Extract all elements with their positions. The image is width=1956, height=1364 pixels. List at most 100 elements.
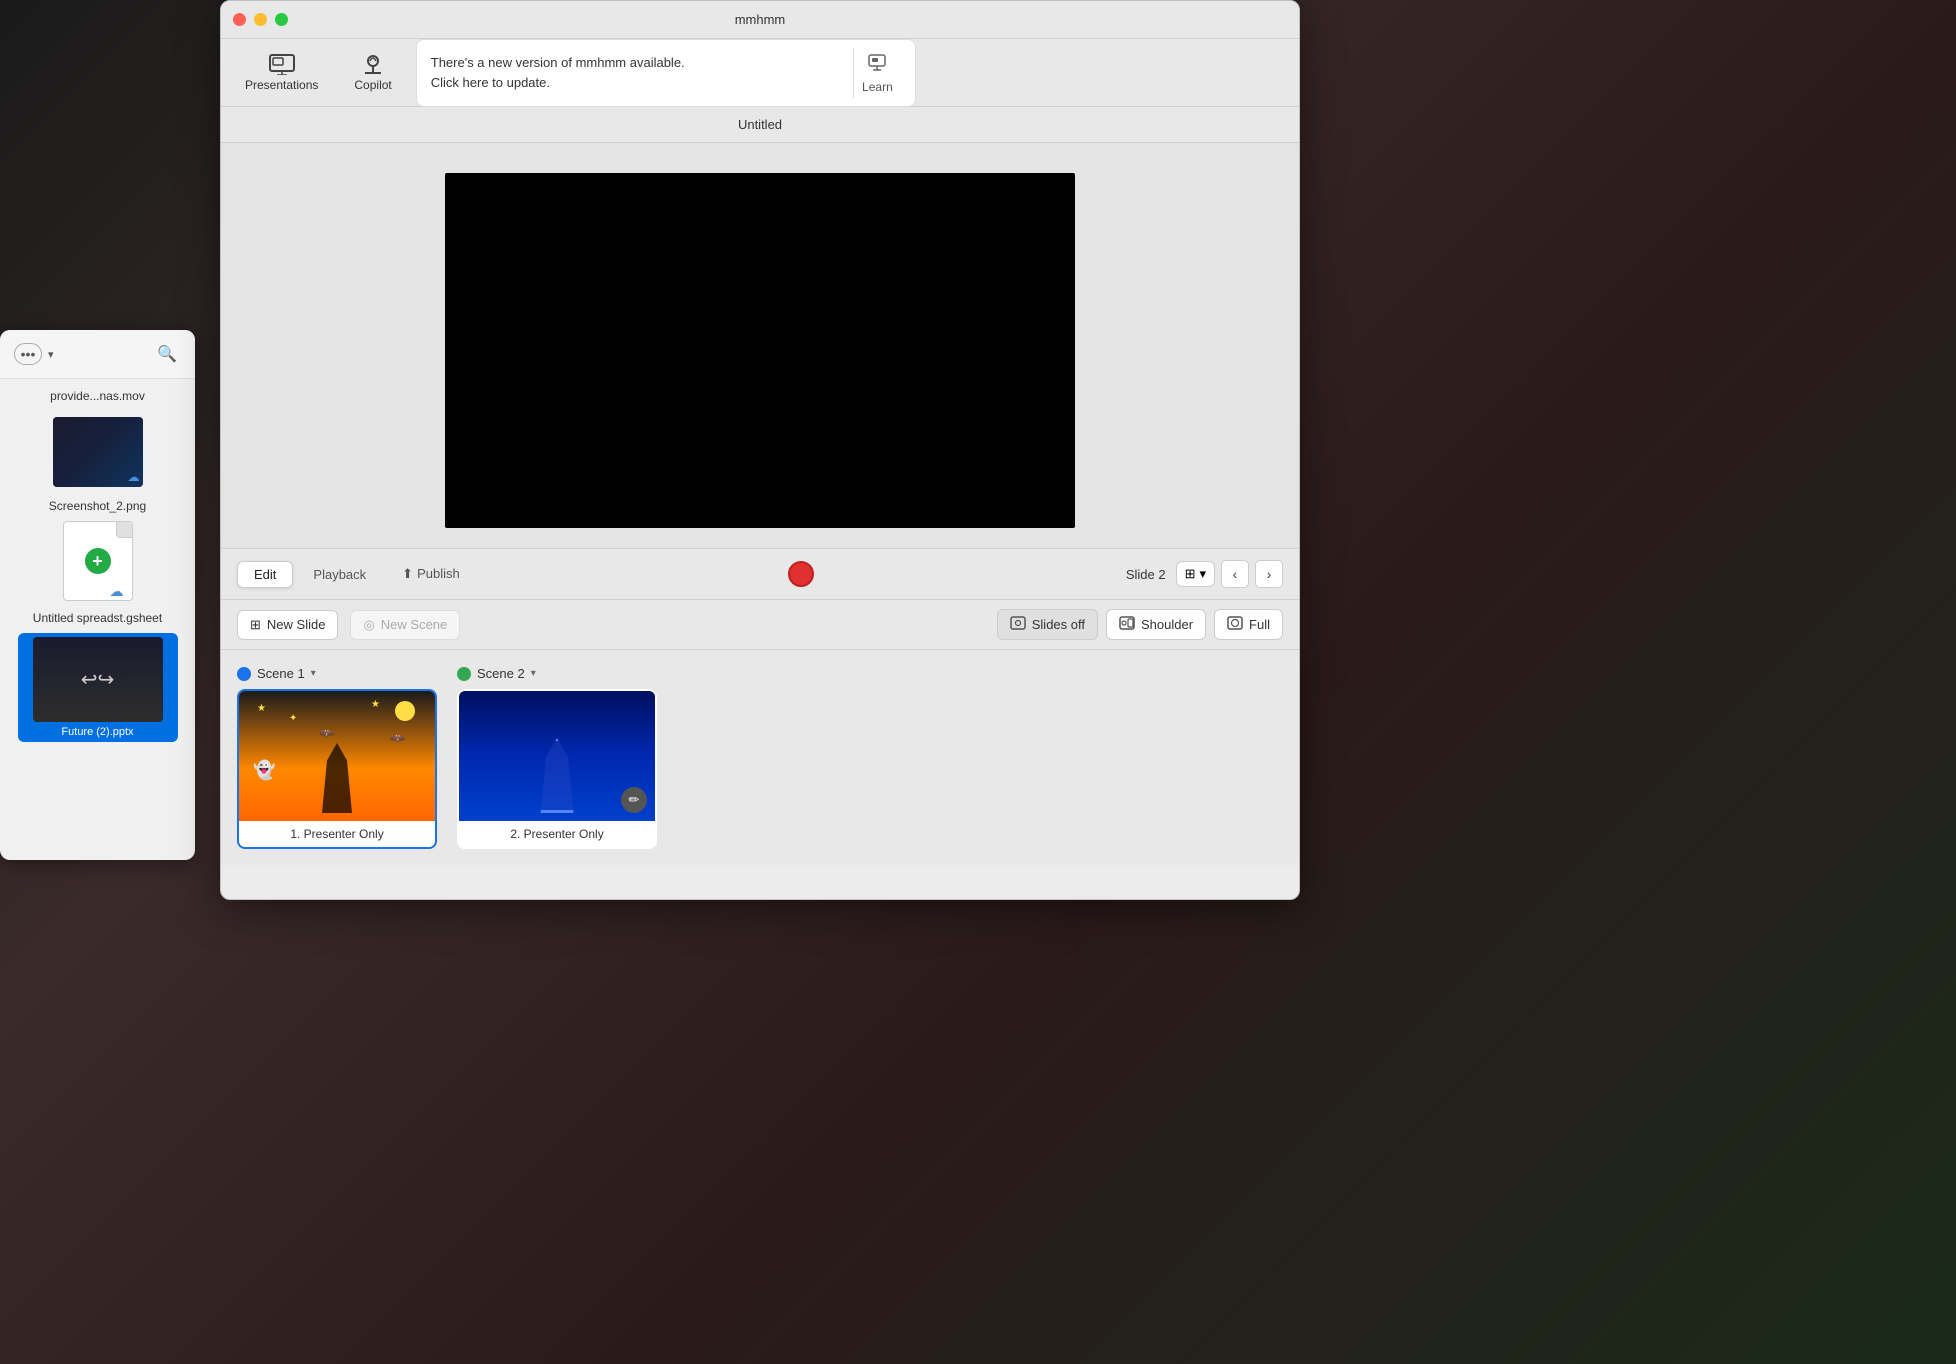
thumb2-background: ↩↪ bbox=[33, 637, 163, 722]
preview-canvas bbox=[445, 173, 1075, 528]
new-scene-icon: ◎ bbox=[363, 617, 374, 633]
slide1-presenter bbox=[312, 743, 362, 813]
full-svg bbox=[1227, 616, 1243, 630]
slide-prev-button[interactable]: ‹ bbox=[1221, 560, 1249, 588]
slide-view-button[interactable]: ⊞ ▾ bbox=[1176, 561, 1215, 587]
file-fold bbox=[116, 522, 132, 538]
prev-arrow-icon: ‹ bbox=[1233, 566, 1238, 582]
slide-2-card[interactable]: ✏ 2. Presenter Only bbox=[457, 689, 657, 849]
next-arrow-icon: › bbox=[1267, 566, 1272, 582]
finder-options-button[interactable]: ••• bbox=[14, 343, 42, 365]
scene-2-dot bbox=[457, 667, 471, 681]
mmhmm-window: mmhmm Presentations bbox=[220, 0, 1300, 900]
window-minimize-button[interactable] bbox=[254, 13, 267, 26]
content-title: Untitled bbox=[738, 117, 782, 132]
presentations-icon bbox=[268, 53, 296, 75]
presentations-svg-icon bbox=[268, 53, 296, 75]
edit-bar: Edit Playback ⬆Publish Slide 2 ⊞ ▾ ‹ › bbox=[221, 548, 1299, 600]
slide-view-chevron-icon: ▾ bbox=[1199, 566, 1206, 582]
edit-pencil-badge: ✏ bbox=[621, 787, 647, 813]
copilot-svg-icon bbox=[359, 53, 387, 75]
slides-off-icon bbox=[1010, 616, 1026, 633]
window-close-button[interactable] bbox=[233, 13, 246, 26]
slides-off-button[interactable]: Slides off bbox=[997, 609, 1098, 640]
content-titlebar: Untitled bbox=[221, 107, 1299, 143]
slide1-star-2: ✦ bbox=[289, 713, 297, 724]
slide1-star-1: ★ bbox=[257, 703, 266, 714]
dots-icon: ••• bbox=[21, 346, 36, 362]
full-button[interactable]: Full bbox=[1214, 609, 1283, 640]
update-banner[interactable]: There's a new version of mmhmm available… bbox=[416, 39, 916, 107]
copilot-label: Copilot bbox=[354, 78, 391, 92]
finder-search-button[interactable]: 🔍 bbox=[153, 340, 181, 368]
shoulder-icon bbox=[1119, 616, 1135, 633]
finder-panel: ••• ▾ 🔍 provide...nas.mov ☁ Screenshot_2… bbox=[0, 330, 195, 860]
finder-item-png[interactable]: ☁ Screenshot_2.png bbox=[0, 407, 195, 517]
finder-item-mov[interactable]: provide...nas.mov bbox=[0, 379, 195, 407]
copilot-nav-item[interactable]: Copilot bbox=[346, 49, 399, 96]
scene-2-label: Scene 2 bbox=[477, 666, 525, 681]
finder-png-thumb-inner: ☁ bbox=[53, 417, 143, 487]
finder-pptx-thumbnail: ↩↪ bbox=[33, 637, 163, 722]
slide-nav: ⊞ ▾ ‹ › bbox=[1176, 560, 1283, 588]
record-button[interactable] bbox=[788, 561, 814, 587]
shoulder-label: Shoulder bbox=[1141, 617, 1193, 632]
cloud-icon: ☁ bbox=[128, 470, 140, 484]
toolbar-nav: Presentations Copilot bbox=[237, 49, 400, 96]
learn-icon bbox=[867, 52, 887, 77]
presentations-nav-item[interactable]: Presentations bbox=[237, 49, 326, 96]
scene-1-dot bbox=[237, 667, 251, 681]
publish-tab[interactable]: ⬆Publish bbox=[386, 561, 476, 588]
finder-header-left: ••• ▾ bbox=[14, 343, 54, 365]
edit-tabs: Edit Playback ⬆Publish bbox=[237, 561, 476, 588]
slides-off-svg bbox=[1010, 616, 1026, 630]
update-banner-text: There's a new version of mmhmm available… bbox=[431, 53, 685, 92]
file-shape: + ☁ bbox=[63, 521, 133, 601]
slide-next-button[interactable]: › bbox=[1255, 560, 1283, 588]
shoulder-button[interactable]: Shoulder bbox=[1106, 609, 1206, 640]
finder-item-pptx[interactable]: ↩↪ Future (2).pptx bbox=[0, 629, 195, 746]
file-plus-icon: + bbox=[85, 548, 111, 574]
slide-view-icon: ⊞ bbox=[1185, 566, 1196, 582]
finder-png-thumbnail: ☁ bbox=[53, 417, 143, 487]
learn-label: Learn bbox=[862, 80, 893, 94]
arrows-icon: ↩↪ bbox=[81, 667, 115, 692]
slide-2-thumbnail: ✏ bbox=[459, 691, 655, 821]
slide-indicator: Slide 2 bbox=[1126, 567, 1166, 582]
slide1-moon bbox=[395, 701, 415, 721]
slide1-bat-2: 🦇 bbox=[390, 731, 405, 745]
scene-1-label: Scene 1 bbox=[257, 666, 305, 681]
slides-panel: Scene 1 ▾ ★ ✦ ★ 👻 🦇 🦇 bbox=[221, 650, 1299, 865]
publish-label: Publish bbox=[417, 566, 460, 581]
finder-header: ••• ▾ 🔍 bbox=[0, 330, 195, 379]
finder-chevron-icon: ▾ bbox=[48, 348, 54, 361]
presentations-label: Presentations bbox=[245, 78, 318, 92]
slides-toolbar: ⊞ New Slide ◎ New Scene Slides off bbox=[221, 600, 1299, 650]
slides-off-label: Slides off bbox=[1032, 617, 1085, 632]
finder-item-gsheet[interactable]: + ☁ Untitled spreadst.gsheet bbox=[0, 517, 195, 629]
finder-selected-item: ↩↪ Future (2).pptx bbox=[18, 633, 178, 742]
window-maximize-button[interactable] bbox=[275, 13, 288, 26]
edit-tab[interactable]: Edit bbox=[237, 561, 293, 588]
learn-button[interactable]: Learn bbox=[853, 48, 901, 98]
scene-2-chevron-icon: ▾ bbox=[531, 668, 536, 679]
window-app-title: mmhmm bbox=[735, 12, 786, 27]
finder-item-pptx-label: Future (2).pptx bbox=[26, 726, 170, 738]
window-titlebar: mmhmm bbox=[221, 1, 1299, 39]
view-mode-group: Slides off Shoulder bbox=[997, 609, 1283, 640]
learn-svg-icon bbox=[867, 52, 887, 72]
new-slide-button[interactable]: ⊞ New Slide bbox=[237, 610, 338, 640]
slide-1-card[interactable]: ★ ✦ ★ 👻 🦇 🦇 1. Presenter Only bbox=[237, 689, 437, 849]
shoulder-svg bbox=[1119, 616, 1135, 630]
finder-item-gsheet-label: Untitled spreadst.gsheet bbox=[23, 605, 172, 625]
scene-2-header[interactable]: Scene 2 ▾ bbox=[457, 666, 657, 681]
new-slide-label: New Slide bbox=[267, 617, 326, 632]
new-scene-button[interactable]: ◎ New Scene bbox=[350, 610, 460, 640]
new-scene-label: New Scene bbox=[381, 617, 447, 632]
file-cloud-icon: ☁ bbox=[110, 583, 124, 600]
search-icon: 🔍 bbox=[157, 344, 177, 364]
window-toolbar: Presentations Copilot There's a new vers… bbox=[221, 39, 1299, 107]
slide1-bat-1: 🦇 bbox=[319, 726, 334, 740]
playback-tab[interactable]: Playback bbox=[297, 561, 382, 588]
scene-1-header[interactable]: Scene 1 ▾ bbox=[237, 666, 437, 681]
